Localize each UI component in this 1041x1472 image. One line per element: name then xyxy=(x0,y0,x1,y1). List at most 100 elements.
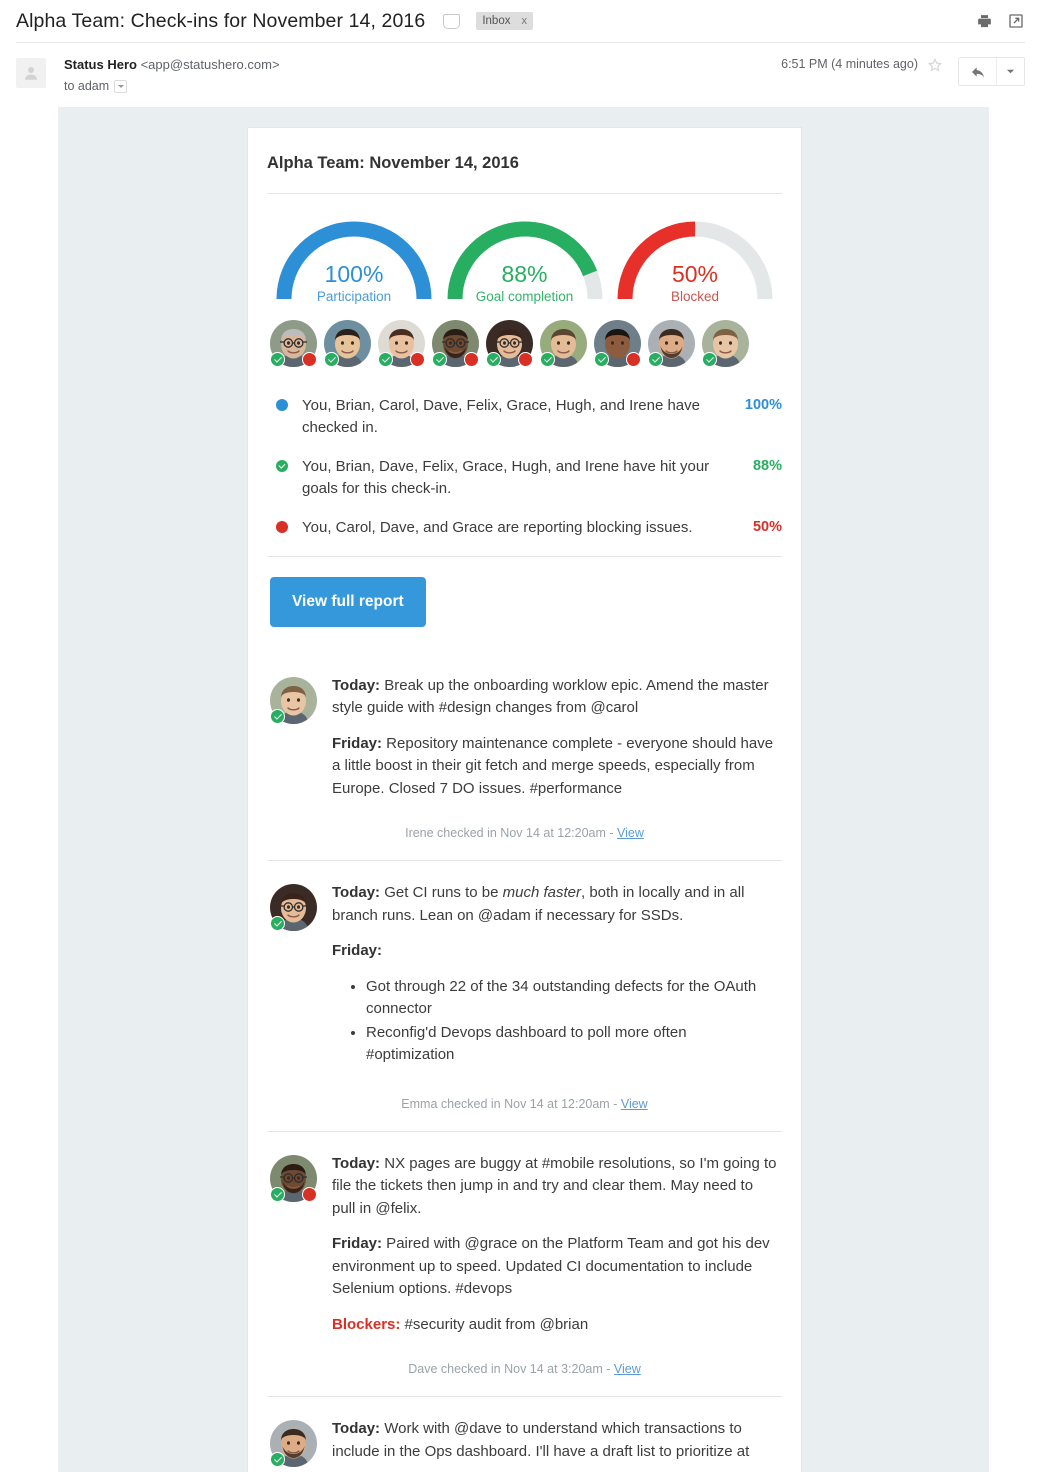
checkin-entry: Today: Work with @dave to understand whi… xyxy=(267,1397,782,1471)
entry-bullet-item: Got through 22 of the 34 outstanding def… xyxy=(366,976,777,1021)
close-icon[interactable]: x xyxy=(521,15,527,27)
entry-view-link[interactable]: View xyxy=(621,1097,648,1111)
summary-text: You, Carol, Dave, and Grace are reportin… xyxy=(302,519,693,536)
gauge-value: 88% xyxy=(501,261,548,287)
entry-today: Today: NX pages are buggy at #mobile res… xyxy=(332,1153,777,1221)
friday-label: Friday: xyxy=(332,1235,383,1252)
red-dot-icon xyxy=(276,521,288,533)
friday-text: Paired with @grace on the Platform Team … xyxy=(332,1235,770,1297)
summary-percent: 50% xyxy=(752,519,782,535)
gauge-caption: Blocked xyxy=(670,289,720,304)
team-member-avatar[interactable] xyxy=(648,320,695,367)
entry-avatar[interactable] xyxy=(270,1420,317,1467)
entry-row: Today: Break up the onboarding worklow e… xyxy=(267,654,782,805)
open-in-new-window-icon[interactable] xyxy=(1008,13,1025,30)
entry-row: Today: NX pages are buggy at #mobile res… xyxy=(267,1132,782,1341)
checkin-entry: Today: NX pages are buggy at #mobile res… xyxy=(267,1132,782,1397)
sender-row: Status Hero <app@statushero.com> to adam… xyxy=(0,43,1041,93)
recipient-row[interactable]: to adam xyxy=(64,79,280,93)
blocked-badge-icon xyxy=(410,352,425,367)
checked-in-badge-icon xyxy=(270,1186,285,1202)
reply-icon[interactable] xyxy=(959,58,996,85)
chevron-down-icon[interactable] xyxy=(114,79,128,93)
green-check-icon xyxy=(276,460,288,472)
sender-avatar xyxy=(16,58,46,88)
team-member-avatar[interactable] xyxy=(432,320,479,367)
blue-dot-icon xyxy=(276,399,288,411)
checkin-entry: Today: Break up the onboarding worklow e… xyxy=(267,654,782,861)
friday-label: Friday: xyxy=(332,734,383,752)
gauge-participation: 100% Participation xyxy=(270,213,438,306)
team-member-avatar[interactable] xyxy=(270,320,317,367)
blockers-text: #security audit from @brian xyxy=(400,1315,589,1333)
more-options-icon[interactable] xyxy=(996,58,1024,85)
entry-body: Today: Get CI runs to be much faster, bo… xyxy=(332,882,782,1071)
message-actions: 6:51 PM (4 minutes ago) xyxy=(781,56,1025,93)
team-avatar-strip xyxy=(267,306,782,373)
today-text: Work with @dave to understand which tran… xyxy=(332,1420,750,1460)
summary-row: You, Brian, Carol, Dave, Felix, Grace, H… xyxy=(270,386,782,447)
friday-label: Friday: xyxy=(332,942,383,959)
gauge-caption: Goal completion xyxy=(475,289,574,304)
gauge-blocked: 50% Blocked xyxy=(611,213,779,306)
entry-body: Today: Work with @dave to understand whi… xyxy=(332,1418,782,1467)
checked-in-badge-icon xyxy=(540,352,555,367)
summary-percent: 88% xyxy=(752,458,782,474)
print-icon[interactable] xyxy=(976,13,993,30)
today-emphasis: much faster xyxy=(502,884,581,901)
today-text-pre: Get CI runs to be xyxy=(380,884,503,901)
subject-meta-icons: Inbox x xyxy=(443,12,533,30)
today-text: Break up the onboarding worklow epic. Am… xyxy=(332,676,769,717)
team-member-avatar[interactable] xyxy=(702,320,749,367)
entry-friday: Friday: xyxy=(332,940,777,963)
recipient-text: to adam xyxy=(64,79,110,93)
friday-text: Repository maintenance complete - everyo… xyxy=(332,734,774,797)
entry-view-link[interactable]: View xyxy=(614,1362,641,1376)
blocked-badge-icon xyxy=(626,352,641,367)
entry-view-link[interactable]: View xyxy=(617,826,644,840)
entry-friday: Friday: Repository maintenance complete … xyxy=(332,733,777,801)
checkin-entries: Today: Break up the onboarding worklow e… xyxy=(267,654,782,1472)
entry-meta-text: Dave checked in Nov 14 at 3:20am - xyxy=(408,1362,614,1376)
entry-avatar[interactable] xyxy=(270,1154,317,1202)
entry-bullet-item: Reconfig'd Devops dashboard to poll more… xyxy=(366,1022,777,1067)
entry-meta: Dave checked in Nov 14 at 3:20am - View xyxy=(267,1340,782,1396)
summary-row: You, Brian, Dave, Felix, Grace, Hugh, an… xyxy=(270,447,782,508)
today-label: Today: xyxy=(332,1420,381,1437)
checked-in-badge-icon xyxy=(270,916,285,931)
today-text: NX pages are buggy at #mobile resolution… xyxy=(332,1154,777,1217)
summary-list: You, Brian, Carol, Dave, Felix, Grace, H… xyxy=(267,373,782,556)
entry-meta-text: Emma checked in Nov 14 at 12:20am - xyxy=(401,1096,621,1111)
sender-email: <app@statushero.com> xyxy=(140,57,280,72)
sender-info: Status Hero <app@statushero.com> to adam xyxy=(64,56,280,93)
label-chip-inbox[interactable]: Inbox x xyxy=(476,12,533,30)
entry-meta-text: Irene checked in Nov 14 at 12:20am - xyxy=(405,826,618,840)
view-full-report-button[interactable]: View full report xyxy=(270,576,426,627)
reply-button-group xyxy=(958,57,1025,86)
today-label: Today: xyxy=(332,676,381,694)
entry-meta: Emma checked in Nov 14 at 12:20am - View xyxy=(267,1075,782,1131)
entry-avatar[interactable] xyxy=(270,884,317,931)
gauge-value: 50% xyxy=(671,261,719,287)
entry-friday: Friday: Paired with @grace on the Platfo… xyxy=(332,1233,777,1301)
gauge-row: 100% Participation 88% Goal completion 5… xyxy=(267,194,782,306)
label-placeholder-icon xyxy=(443,13,461,29)
star-icon[interactable] xyxy=(927,57,943,78)
status-report-card: Alpha Team: November 14, 2016 100% Parti… xyxy=(247,127,802,1472)
team-member-avatar[interactable] xyxy=(594,320,641,367)
entry-avatar[interactable] xyxy=(270,676,317,724)
summary-row: You, Carol, Dave, and Grace are reportin… xyxy=(270,508,782,548)
gauge-label: 100% Participation xyxy=(270,261,438,306)
today-label: Today: xyxy=(332,1154,381,1172)
checked-in-badge-icon xyxy=(270,708,285,724)
team-member-avatar[interactable] xyxy=(378,320,425,367)
team-member-avatar[interactable] xyxy=(540,320,587,367)
sender-name: Status Hero xyxy=(64,57,137,72)
team-member-avatar[interactable] xyxy=(486,320,533,367)
blocked-badge-icon xyxy=(302,1186,317,1202)
team-member-avatar[interactable] xyxy=(324,320,371,367)
checked-in-badge-icon xyxy=(378,352,393,367)
checked-in-badge-icon xyxy=(648,352,663,367)
gauge-label: 50% Blocked xyxy=(611,261,779,306)
entry-today: Today: Work with @dave to understand whi… xyxy=(332,1418,777,1463)
